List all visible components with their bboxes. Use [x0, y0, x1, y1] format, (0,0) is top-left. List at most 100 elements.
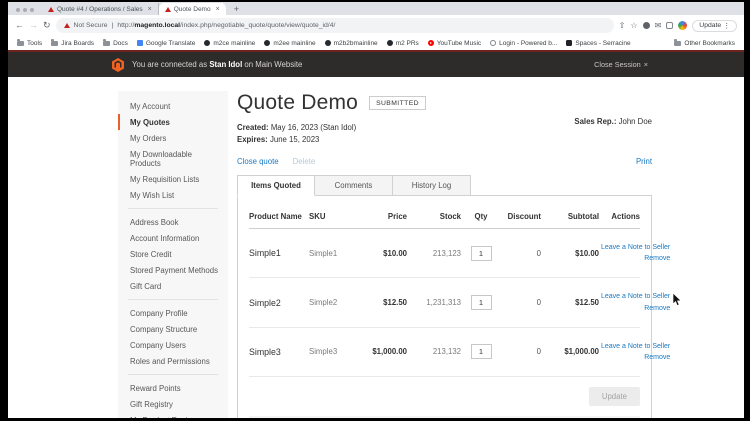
session-user: Stan Idol	[209, 60, 243, 69]
tab-close-icon[interactable]: ×	[216, 6, 220, 13]
sidebar-item-my-quotes[interactable]: My Quotes	[118, 114, 228, 130]
sidebar-item-roles-and-permissions[interactable]: Roles and Permissions	[118, 353, 228, 369]
qty-input[interactable]	[470, 295, 492, 310]
url-scheme: http://	[117, 22, 135, 29]
sidebar-item-gift-card[interactable]: Gift Card	[118, 278, 228, 294]
col-product-name: Product Name	[249, 211, 302, 221]
spaces-icon	[566, 40, 573, 46]
mouse-cursor	[672, 293, 682, 307]
product-subtotal: $10.00	[575, 248, 599, 258]
sidebar-item-company-profile[interactable]: Company Profile	[118, 305, 228, 321]
tab-history-log[interactable]: History Log	[393, 174, 471, 196]
tab-close-icon[interactable]: ×	[148, 6, 152, 13]
sidebar-item-my-product-reviews[interactable]: My Product Reviews	[118, 412, 228, 419]
product-subtotal: $1,000.00	[564, 347, 599, 357]
print-link[interactable]: Print	[636, 157, 652, 166]
sidebar-item-store-credit[interactable]: Store Credit	[118, 246, 228, 262]
sidebar-item-my-wish-list[interactable]: My Wish List	[118, 187, 228, 203]
sidebar-item-my-downloadable-products[interactable]: My Downloadable Products	[118, 146, 228, 171]
extension-icon-1[interactable]	[642, 22, 650, 29]
bookmark-m2ee-mainline[interactable]: m2ee mainline	[264, 40, 316, 47]
update-label: Update	[699, 22, 722, 29]
new-tab-button[interactable]: +	[226, 4, 247, 15]
sidebar-item-address-book[interactable]: Address Book	[118, 214, 228, 230]
browser-window: Quote #4 / Operations / Sales × Quote De…	[8, 2, 744, 418]
bookmark-docs[interactable]: Docs	[103, 39, 128, 47]
bookmark-m2ce-mainline[interactable]: m2ce mainline	[204, 40, 255, 47]
sidebar-item-company-users[interactable]: Company Users	[118, 337, 228, 353]
session-message-prefix: You are connected as	[132, 60, 208, 69]
bookmark-m2b2bmainline[interactable]: m2b2bmainline	[324, 40, 378, 47]
col-qty: Qty	[474, 211, 488, 221]
close-icon: ×	[643, 60, 648, 69]
sidebar-item-gift-registry[interactable]: Gift Registry	[118, 396, 228, 412]
mail-extension-icon[interactable]: ✉	[655, 21, 662, 30]
tab-comments[interactable]: Comments	[315, 174, 393, 196]
product-price: $1,000.00	[372, 347, 407, 357]
chrome-update-button[interactable]: Update ⋮	[692, 19, 737, 32]
bookmark-tools[interactable]: Tools	[17, 39, 43, 47]
sales-rep-value: John Doe	[618, 117, 652, 126]
sidebar-item-my-requisition-lists[interactable]: My Requisition Lists	[118, 171, 228, 187]
reload-icon[interactable]: ↻	[43, 21, 51, 30]
bookmark-label: Google Translate	[145, 39, 196, 47]
leave-note-link[interactable]: Leave a Note to Seller	[601, 244, 670, 251]
col-subtotal: Subtotal	[567, 211, 599, 221]
page-title: Quote Demo	[237, 91, 359, 114]
profile-avatar[interactable]	[678, 21, 688, 30]
window-close-dot[interactable]	[16, 8, 20, 12]
bookmark-google-translate[interactable]: Google Translate	[136, 39, 196, 47]
leave-note-link[interactable]: Leave a Note to Seller	[601, 343, 670, 350]
sidebar-item-account-information[interactable]: Account Information	[118, 230, 228, 246]
sidebar-item-my-account[interactable]: My Account	[118, 98, 228, 114]
product-name: Simple3	[249, 346, 281, 357]
bookmark-label: Spaces - Serracine	[575, 39, 631, 47]
forward-icon[interactable]: →	[29, 21, 38, 30]
qty-input[interactable]	[470, 344, 492, 360]
browser-toolbar: ← → ↻ Not Secure | http://magento.local/…	[8, 15, 744, 36]
sidebar-item-stored-payment-methods[interactable]: Stored Payment Methods	[118, 262, 228, 278]
window-controls[interactable]	[8, 8, 42, 15]
bookmark-spaces[interactable]: Spaces - Serracine	[566, 39, 631, 47]
browser-tab-2-active[interactable]: Quote Demo ×	[158, 3, 226, 15]
remove-link[interactable]: Remove	[644, 255, 670, 262]
bookmark-youtube-music[interactable]: YouTube Music	[427, 40, 481, 47]
address-bar[interactable]: Not Secure | http://magento.local/index.…	[55, 18, 614, 33]
extension-icon-2[interactable]	[666, 22, 674, 29]
session-message-suffix: on Main Website	[244, 60, 303, 69]
share-icon[interactable]: ⇧	[619, 21, 626, 30]
product-sku: Simple1	[309, 248, 338, 258]
col-discount: Discount	[507, 211, 541, 221]
magento-logo-icon	[112, 57, 124, 72]
sidebar-item-my-orders[interactable]: My Orders	[118, 130, 228, 146]
product-stock: 1,231,313	[426, 298, 461, 307]
remove-link[interactable]: Remove	[644, 305, 670, 312]
remove-link[interactable]: Remove	[644, 354, 670, 361]
update-button[interactable]: Update	[588, 387, 640, 407]
bookmark-login[interactable]: Login - Powered b...	[490, 40, 557, 47]
tab-items-quoted[interactable]: Items Quoted	[237, 174, 315, 196]
other-bookmarks-button[interactable]: Other Bookmarks	[674, 39, 735, 47]
kebab-menu-icon[interactable]: ⋮	[723, 22, 730, 30]
close-quote-link[interactable]: Close quote	[237, 157, 279, 166]
browser-tab-1[interactable]: Quote #4 / Operations / Sales ×	[42, 3, 159, 15]
created-label: Created:	[237, 123, 269, 132]
product-price: $10.00	[383, 248, 407, 258]
window-maximize-dot[interactable]	[30, 8, 34, 12]
window-minimize-dot[interactable]	[23, 8, 27, 12]
sidebar-item-reward-points[interactable]: Reward Points	[118, 380, 228, 396]
tab-title: Quote #4 / Operations / Sales	[57, 5, 143, 13]
bookmark-star-icon[interactable]: ☆	[630, 21, 637, 30]
bookmark-m2-prs[interactable]: m2 PRs	[386, 40, 419, 47]
account-sidebar: My Account My Quotes My Orders My Downlo…	[118, 91, 228, 418]
sales-rep-line: Sales Rep.: John Doe	[574, 117, 652, 126]
leave-note-link[interactable]: Leave a Note to Seller	[601, 293, 670, 300]
qty-input[interactable]	[470, 245, 492, 261]
close-session-button[interactable]: Close Session ×	[594, 60, 648, 69]
bookmark-label: Tools	[27, 39, 43, 47]
bookmark-jira-boards[interactable]: Jira Boards	[51, 39, 94, 47]
sidebar-item-company-structure[interactable]: Company Structure	[118, 321, 228, 337]
back-icon[interactable]: ←	[15, 21, 24, 30]
product-discount: 0	[536, 298, 541, 307]
bookmark-label: m2ce mainline	[213, 39, 256, 47]
